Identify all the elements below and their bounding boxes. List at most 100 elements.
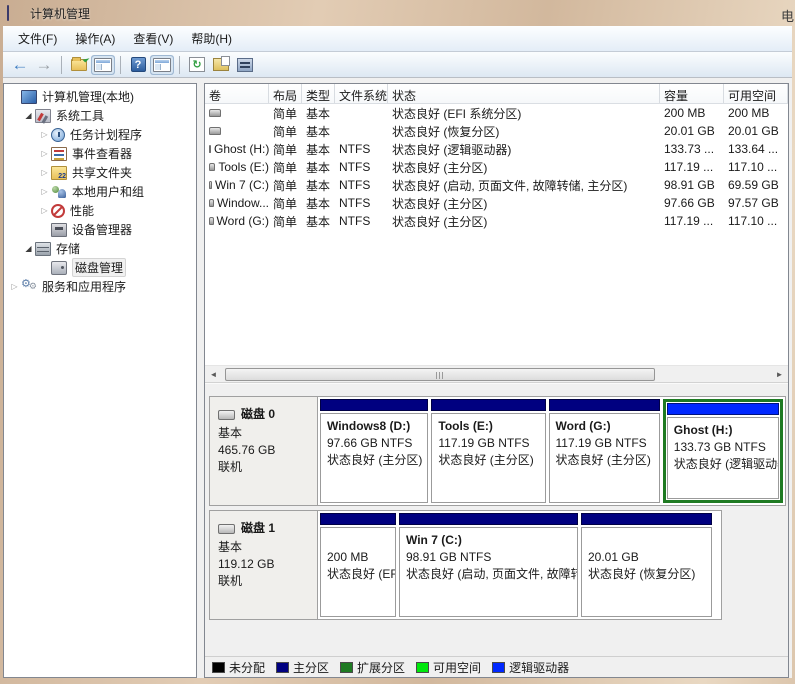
- tree-item-disk-management[interactable]: 磁盘管理: [4, 258, 196, 277]
- shared-folders-icon: [51, 166, 67, 180]
- graphical-view: 磁盘 0 基本 465.76 GB 联机 Windows8 (D:) 97.66…: [205, 384, 788, 656]
- computer-icon: [21, 90, 37, 104]
- scrollbar-track[interactable]: [222, 367, 771, 382]
- collapse-arrow-icon[interactable]: ▷: [38, 206, 51, 215]
- column-header-freespace[interactable]: 可用空间: [724, 84, 788, 103]
- refresh-icon: ↻: [189, 57, 205, 72]
- partition-ghost-h[interactable]: Ghost (H:) 133.73 GB NTFS 状态良好 (逻辑驱动器): [663, 399, 783, 503]
- disk-0-label[interactable]: 磁盘 0 基本 465.76 GB 联机: [210, 397, 318, 505]
- performance-icon: [51, 204, 65, 218]
- action-pane-icon: [153, 58, 171, 72]
- back-icon: ←: [12, 56, 29, 73]
- main-area: 计算机管理(本地) ◢ 系统工具 ▷ 任务计划程序 ▷ 事件查看器 ▷ 共享文件…: [3, 78, 792, 678]
- console-tree-panel: 计算机管理(本地) ◢ 系统工具 ▷ 任务计划程序 ▷ 事件查看器 ▷ 共享文件…: [3, 83, 197, 678]
- disk-management-node-icon: [51, 261, 67, 275]
- tree-item-task-scheduler[interactable]: ▷ 任务计划程序: [4, 125, 196, 144]
- table-row[interactable]: 简单 基本 状态良好 (恢复分区) 20.01 GB 20.01 GB: [205, 122, 788, 140]
- collapse-arrow-icon[interactable]: ▷: [8, 282, 21, 291]
- menu-help[interactable]: 帮助(H): [182, 26, 241, 51]
- tree-item-storage[interactable]: ◢ 存储: [4, 239, 196, 258]
- column-header-filesystem[interactable]: 文件系统: [335, 84, 388, 103]
- event-viewer-icon: [51, 147, 67, 161]
- help-icon: ?: [131, 57, 146, 72]
- help-button[interactable]: ?: [127, 54, 149, 76]
- tree-item-computer-management[interactable]: 计算机管理(本地): [4, 87, 196, 106]
- disk-1-partitions: 200 MB 状态良好 (EFI 系统分区) Win 7 (C:) 98.91 …: [318, 511, 721, 619]
- partition-win7-c[interactable]: Win 7 (C:) 98.91 GB NTFS 状态良好 (启动, 页面文件,…: [399, 513, 578, 617]
- primary-partition-bar: [549, 399, 660, 411]
- app-icon: [7, 6, 24, 21]
- partition-windows8-d[interactable]: Windows8 (D:) 97.66 GB NTFS 状态良好 (主分区): [320, 399, 428, 503]
- refresh-button[interactable]: ↻: [186, 54, 208, 76]
- volume-icon: [209, 127, 221, 135]
- volume-icon: [209, 217, 214, 225]
- legend-free-space: 可用空间: [416, 659, 481, 676]
- disk-1-label[interactable]: 磁盘 1 基本 119.12 GB 联机: [210, 511, 318, 619]
- column-header-volume[interactable]: 卷: [205, 84, 269, 103]
- collapse-arrow-icon[interactable]: ▷: [38, 168, 51, 177]
- menu-action[interactable]: 操作(A): [66, 26, 124, 51]
- volume-icon: [209, 181, 212, 189]
- menu-file[interactable]: 文件(F): [9, 26, 66, 51]
- expand-arrow-icon[interactable]: ◢: [22, 111, 35, 120]
- primary-partition-bar: [431, 399, 545, 411]
- table-row[interactable]: Tools (E:) 简单 基本 NTFS 状态良好 (主分区) 117.19 …: [205, 158, 788, 176]
- legend-unallocated: 未分配: [212, 659, 265, 676]
- menu-view[interactable]: 查看(V): [124, 26, 182, 51]
- toolbar-separator: [120, 56, 121, 74]
- desktop-background-text: 电: [781, 6, 794, 25]
- column-header-capacity[interactable]: 容量: [660, 84, 724, 103]
- legend-extended-partition: 扩展分区: [340, 659, 405, 676]
- table-row[interactable]: Win 7 (C:) 简单 基本 NTFS 状态良好 (启动, 页面文件, 故障…: [205, 176, 788, 194]
- disk-status: 联机: [218, 573, 313, 590]
- horizontal-scrollbar[interactable]: ◄ ►: [205, 365, 788, 382]
- primary-partition-swatch-icon: [276, 662, 289, 673]
- toolbar: ← → ? ↻: [3, 52, 792, 78]
- back-button[interactable]: ←: [9, 54, 31, 76]
- tree-item-performance[interactable]: ▷ 性能: [4, 201, 196, 220]
- partition-tools-e[interactable]: Tools (E:) 117.19 GB NTFS 状态良好 (主分区): [431, 399, 545, 503]
- forward-button[interactable]: →: [33, 54, 55, 76]
- title-bar: 计算机管理 电: [0, 0, 795, 26]
- window-title: 计算机管理: [30, 5, 90, 22]
- disk-type: 基本: [218, 539, 313, 556]
- forward-icon: →: [36, 56, 53, 73]
- tree-item-services-applications[interactable]: ▷ 服务和应用程序: [4, 277, 196, 296]
- table-row[interactable]: Window... 简单 基本 NTFS 状态良好 (主分区) 97.66 GB…: [205, 194, 788, 212]
- collapse-arrow-icon[interactable]: ▷: [38, 187, 51, 196]
- volume-icon: [209, 199, 214, 207]
- disk-size: 465.76 GB: [218, 442, 313, 459]
- primary-partition-bar: [320, 399, 428, 411]
- scroll-right-icon[interactable]: ►: [771, 367, 788, 382]
- tree-item-event-viewer[interactable]: ▷ 事件查看器: [4, 144, 196, 163]
- tree-item-shared-folders[interactable]: ▷ 共享文件夹: [4, 163, 196, 182]
- toolbar-separator: [179, 56, 180, 74]
- show-console-tree-button[interactable]: [92, 54, 114, 76]
- scroll-left-icon[interactable]: ◄: [205, 367, 222, 382]
- legend-primary-partition: 主分区: [276, 659, 329, 676]
- tree-item-local-users-groups[interactable]: ▷ 本地用户和组: [4, 182, 196, 201]
- volume-icon: [209, 145, 211, 153]
- expand-arrow-icon[interactable]: ◢: [22, 244, 35, 253]
- collapse-arrow-icon[interactable]: ▷: [38, 149, 51, 158]
- partition-efi-system[interactable]: 200 MB 状态良好 (EFI 系统分区): [320, 513, 396, 617]
- partition-word-g[interactable]: Word (G:) 117.19 GB NTFS 状态良好 (主分区): [549, 399, 660, 503]
- show-action-pane-button[interactable]: [151, 54, 173, 76]
- task-scheduler-icon: [51, 128, 65, 142]
- table-row[interactable]: Word (G:) 简单 基本 NTFS 状态良好 (主分区) 117.19 .…: [205, 212, 788, 230]
- disk-0-partitions: Windows8 (D:) 97.66 GB NTFS 状态良好 (主分区) T…: [318, 397, 785, 505]
- column-header-type[interactable]: 类型: [302, 84, 335, 103]
- scrollbar-thumb[interactable]: [225, 368, 655, 381]
- table-row[interactable]: 简单 基本 状态良好 (EFI 系统分区) 200 MB 200 MB: [205, 104, 788, 122]
- column-header-status[interactable]: 状态: [388, 84, 660, 103]
- tree-item-device-manager[interactable]: 设备管理器: [4, 220, 196, 239]
- logical-drive-bar: [667, 403, 779, 415]
- disk-management-view-button[interactable]: [234, 54, 256, 76]
- tree-item-system-tools[interactable]: ◢ 系统工具: [4, 106, 196, 125]
- table-row[interactable]: Ghost (H:) 简单 基本 NTFS 状态良好 (逻辑驱动器) 133.7…: [205, 140, 788, 158]
- collapse-arrow-icon[interactable]: ▷: [38, 130, 51, 139]
- up-folder-button[interactable]: [68, 54, 90, 76]
- properties-button[interactable]: [210, 54, 232, 76]
- column-header-layout[interactable]: 布局: [269, 84, 302, 103]
- partition-recovery[interactable]: 20.01 GB 状态良好 (恢复分区): [581, 513, 712, 617]
